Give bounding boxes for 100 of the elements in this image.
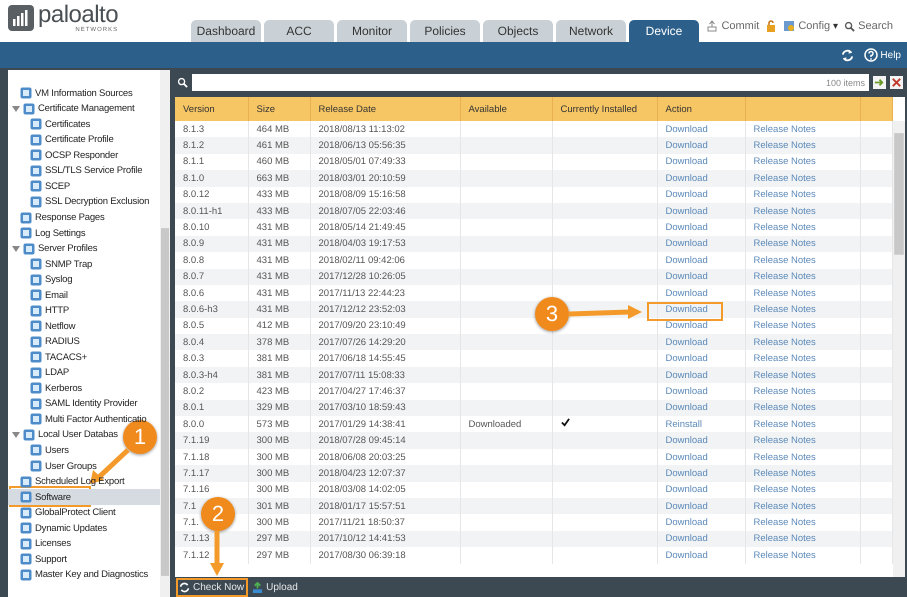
tree-item[interactable]: SSL/TLS Service Profile xyxy=(8,163,142,179)
tree-item[interactable]: Response Pages xyxy=(8,210,105,226)
nav-tab[interactable]: Device xyxy=(629,20,699,42)
nav-tab[interactable]: Objects xyxy=(483,20,553,42)
action-link[interactable]: Download xyxy=(666,189,708,200)
table-cell: 2018/03/01 20:10:59 xyxy=(310,170,460,187)
action-link[interactable]: Download xyxy=(666,156,708,168)
apply-filter-icon[interactable] xyxy=(873,76,886,89)
action-link[interactable]: Download xyxy=(666,353,708,364)
tree-item[interactable]: VM Information Sources xyxy=(8,86,133,102)
column-header[interactable]: Action xyxy=(657,97,745,121)
table-cell: 7.1.17 xyxy=(175,465,248,482)
tree-item[interactable]: Software xyxy=(8,489,160,505)
logo-wordmark: paloalto xyxy=(38,3,118,27)
nav-tab[interactable]: Monitor xyxy=(337,20,407,42)
config-button[interactable]: Config ▾ xyxy=(783,20,838,32)
tree-item[interactable]: Certificate Profile xyxy=(8,132,114,148)
release-notes-link[interactable]: Release Notes xyxy=(754,353,816,364)
tree-item[interactable]: SAML Identity Provider xyxy=(8,396,138,412)
action-link[interactable]: Download xyxy=(666,124,708,135)
tree-item[interactable]: Local User Databas xyxy=(8,427,118,443)
close-icon[interactable] xyxy=(890,76,903,89)
tree-item[interactable]: Certificate Management xyxy=(8,101,134,117)
release-notes-link[interactable]: Release Notes xyxy=(754,320,816,332)
tree-item[interactable]: Dynamic Updates xyxy=(8,520,107,536)
tree-item[interactable]: Email xyxy=(8,287,68,303)
tree-item[interactable]: Master Key and Diagnostics xyxy=(8,566,148,582)
upload-button[interactable]: Upload xyxy=(252,582,298,592)
release-notes-link[interactable]: Release Notes xyxy=(754,222,816,234)
action-link[interactable]: Download xyxy=(666,320,708,332)
tree-item[interactable]: Log Settings xyxy=(8,225,86,241)
commit-button[interactable]: Commit xyxy=(706,20,760,32)
column-header[interactable]: Version xyxy=(175,97,248,121)
tree-item[interactable]: OCSP Responder xyxy=(8,148,118,164)
release-notes-link[interactable]: Release Notes xyxy=(754,452,816,462)
tree-item[interactable]: Support xyxy=(8,551,67,567)
tree-item[interactable]: Syslog xyxy=(8,272,72,288)
action-link[interactable]: Download xyxy=(666,254,708,266)
expanded-arrow-icon[interactable] xyxy=(12,430,20,439)
release-notes-link[interactable]: Release Notes xyxy=(754,517,816,528)
action-link[interactable]: Download xyxy=(666,288,708,299)
tree-item[interactable]: Certificates xyxy=(8,116,90,132)
action-link[interactable]: Download xyxy=(666,517,708,528)
search-button[interactable]: Search xyxy=(844,20,893,32)
table-cell: 2018/01/17 15:57:51 xyxy=(310,498,460,514)
column-header[interactable]: Size xyxy=(248,97,310,121)
release-notes-link[interactable]: Release Notes xyxy=(754,189,816,200)
tree-item[interactable]: Server Profiles xyxy=(8,240,98,256)
scrollbar-drawing[interactable] xyxy=(160,70,170,597)
release-notes-link[interactable]: Release Notes xyxy=(754,484,816,496)
tree-item[interactable]: User Groups xyxy=(8,458,97,474)
document-icon xyxy=(20,476,32,488)
document-icon xyxy=(30,164,42,177)
tree-item[interactable]: SSL Decryption Exclusion xyxy=(8,194,150,210)
expanded-arrow-icon[interactable] xyxy=(12,244,20,253)
expanded-arrow-icon[interactable] xyxy=(12,104,20,113)
tree-item[interactable]: Kerberos xyxy=(8,380,82,396)
release-notes-link[interactable]: Release Notes xyxy=(754,386,816,397)
refresh-icon[interactable] xyxy=(841,48,854,62)
column-header[interactable]: Release Date xyxy=(310,97,460,121)
nav-tab[interactable]: Network xyxy=(556,20,626,42)
tree-item[interactable]: Netflow xyxy=(8,318,76,334)
release-notes-link[interactable]: Release Notes xyxy=(754,418,816,430)
release-notes-link[interactable]: Release Notes xyxy=(754,550,816,561)
nav-tab[interactable]: ACC xyxy=(264,20,334,42)
lock-icon[interactable] xyxy=(765,20,778,32)
action-link[interactable]: Download xyxy=(666,222,708,234)
nav-tab[interactable]: Policies xyxy=(410,20,480,42)
tree-item[interactable]: Users xyxy=(8,442,69,458)
document-icon xyxy=(23,428,35,441)
check-now-button[interactable]: Check Now xyxy=(179,582,244,592)
tree-item[interactable]: SNMP Trap xyxy=(8,256,92,272)
tree-item[interactable]: SCEP xyxy=(8,178,70,194)
tree-item[interactable]: LDAP xyxy=(8,365,70,381)
table-cell: 329 MB xyxy=(248,400,310,416)
action-link[interactable]: Download xyxy=(666,550,708,561)
table-cell: 378 MB xyxy=(248,334,310,350)
action-link[interactable]: Reinstall xyxy=(666,418,702,430)
table-cell: 663 MB xyxy=(248,170,310,187)
upload-icon xyxy=(252,582,264,592)
tree-item[interactable]: GlobalProtect Client xyxy=(8,504,116,520)
action-link[interactable]: Download xyxy=(666,386,708,397)
table-cell: 2017/03/10 18:59:43 xyxy=(310,400,460,416)
release-notes-link[interactable]: Release Notes xyxy=(754,124,816,135)
release-notes-link[interactable]: Release Notes xyxy=(754,254,816,266)
help-button[interactable]: Help xyxy=(864,48,901,62)
nav-tab[interactable]: Dashboard xyxy=(191,20,261,42)
tree-item[interactable]: RADIUS xyxy=(8,334,80,350)
column-header[interactable]: Available xyxy=(460,97,552,121)
release-notes-link[interactable]: Release Notes xyxy=(754,288,816,299)
scrollbar-drawing[interactable] xyxy=(893,121,905,577)
table-cell: 2018/04/03 19:17:53 xyxy=(310,236,460,252)
column-header[interactable]: Currently Installed xyxy=(552,97,657,121)
tree-item[interactable]: Licenses xyxy=(8,536,71,552)
release-notes-link[interactable]: Release Notes xyxy=(754,156,816,168)
action-link[interactable]: Download xyxy=(666,484,708,496)
tree-item[interactable]: HTTP xyxy=(8,302,70,318)
action-link[interactable]: Download xyxy=(666,452,708,462)
filter-field[interactable]: 100 items xyxy=(192,74,869,91)
tree-item[interactable]: TACACS+ xyxy=(8,350,87,366)
